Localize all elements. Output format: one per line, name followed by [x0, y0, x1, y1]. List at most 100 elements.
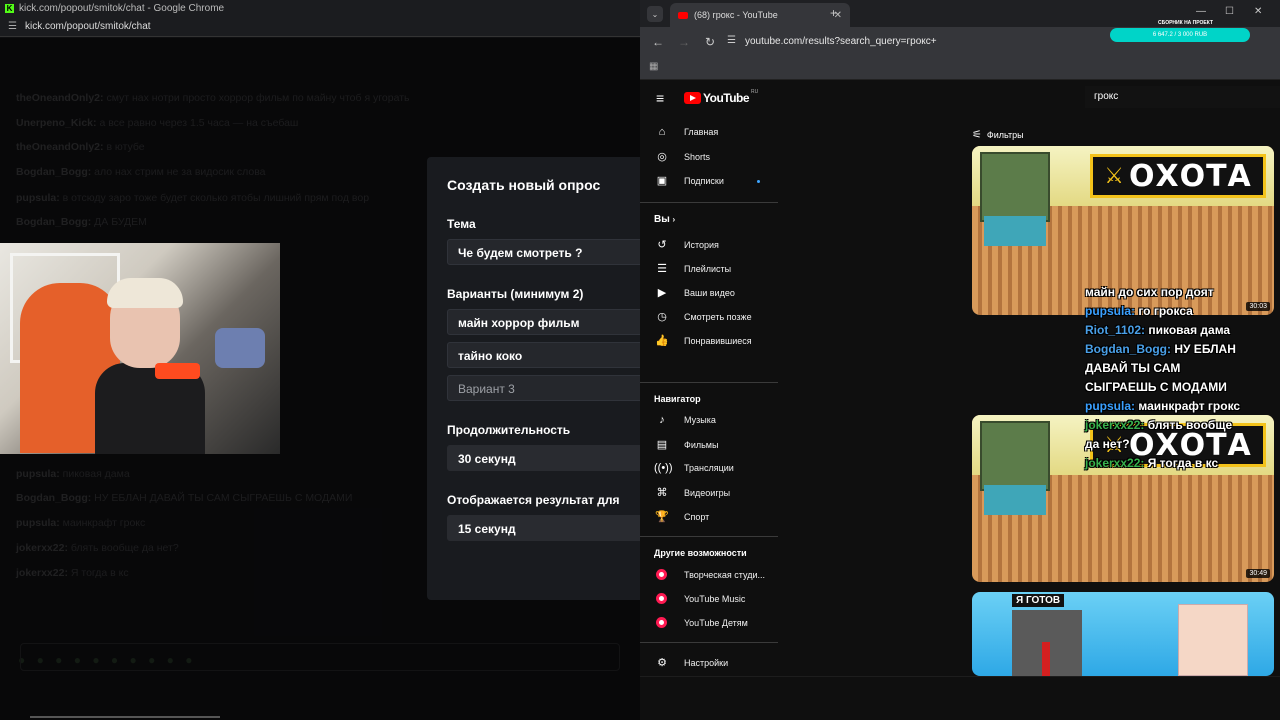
- bookmarks-bar: ▦: [640, 56, 1280, 80]
- new-tab-icon[interactable]: +: [830, 6, 837, 20]
- your-videos-icon: ▶: [657, 287, 667, 299]
- youtube-logo[interactable]: YouTube RU: [684, 89, 759, 105]
- sidebar-item-subscriptions[interactable]: ▣ Подписки: [654, 174, 724, 187]
- donation-title: СБОРНИК НА ПРОЕКТ: [1158, 20, 1214, 26]
- sidebar-item-movies[interactable]: ▤ Фильмы: [654, 438, 719, 451]
- tab-search-icon[interactable]: ⌄: [647, 6, 663, 22]
- zombie-figure: [980, 152, 1050, 222]
- back-icon[interactable]: ←: [650, 35, 666, 49]
- you-header[interactable]: Вы ›: [654, 214, 675, 225]
- left-url[interactable]: kick.com/popout/smitok/chat: [25, 21, 151, 32]
- create-poll-modal: Создать новый опрос Тема Че будем смотре…: [427, 157, 640, 600]
- sidebar-item-history[interactable]: ↺ История: [654, 238, 719, 251]
- overlay-chat-line: jokerxx22: Я тогда в кс: [1085, 456, 1219, 470]
- taskbar-indicator: [30, 716, 220, 718]
- overlay-chat-line: майн до сих пор доят: [1085, 285, 1214, 299]
- sidebar-item-label: Музыка: [684, 415, 716, 425]
- microphone: [155, 363, 200, 379]
- meme-face-image: [1178, 604, 1248, 676]
- menu-icon[interactable]: ≡: [656, 90, 664, 106]
- webcam-pillow: [215, 328, 265, 368]
- search-input[interactable]: грокс: [1085, 86, 1280, 108]
- sidebar-item-studio[interactable]: Творческая студи...: [654, 569, 765, 580]
- close-window-icon[interactable]: ✕: [1254, 6, 1262, 17]
- sidebar-item-watch-later[interactable]: ◷ Смотреть позже: [654, 310, 752, 323]
- youtube-play-icon: [684, 92, 701, 104]
- stream-chat-overlay: майн до сих пор доят pupsula: го грокса …: [1085, 283, 1280, 473]
- sidebar-item-shorts[interactable]: ◎ Shorts: [654, 150, 710, 163]
- sidebar-item-gaming[interactable]: ⌘ Видеоигры: [654, 486, 731, 499]
- character-tie: [1042, 642, 1050, 676]
- topic-label: Тема: [447, 217, 476, 231]
- thumbs-up-icon: 👍: [655, 335, 669, 347]
- sidebar-item-label: YouTube Music: [684, 593, 746, 604]
- sidebar-item-label: Настройки: [684, 657, 729, 668]
- tab-title: (68) грокс - YouTube: [694, 10, 778, 20]
- overlay-chat-line: Bogdan_Bogg: НУ ЕБЛАН: [1085, 342, 1236, 356]
- sidebar-item-live[interactable]: ((•)) Трансляции: [654, 462, 734, 474]
- overlay-chat-line: pupsula: маинкрафт грокс: [1085, 399, 1241, 413]
- sidebar-item-settings[interactable]: ⚙ Настройки: [654, 656, 728, 669]
- sidebar-item-your-videos[interactable]: ▶ Ваши видео: [654, 286, 735, 299]
- sidebar-item-home[interactable]: ⌂ Главная: [654, 126, 719, 138]
- youtube-logo-text: YouTube: [703, 91, 750, 105]
- region-label: RU: [751, 89, 759, 95]
- result-duration-select[interactable]: 15 секунд: [447, 515, 640, 541]
- overlay-chat-line: ДАВАЙ ТЫ САМ: [1085, 361, 1181, 375]
- duration-select[interactable]: 30 секунд: [447, 445, 640, 471]
- webcam-feed: [0, 243, 280, 454]
- overlay-chat-line: да нет?: [1085, 437, 1130, 451]
- sidebar-divider: [640, 382, 778, 383]
- option-1-input[interactable]: майн хоррор фильм: [447, 309, 640, 335]
- apps-grid-icon[interactable]: ▦: [649, 61, 658, 72]
- option-2-input[interactable]: тайно коко: [447, 342, 640, 368]
- kick-logo-icon: K: [5, 4, 14, 13]
- history-icon: ↺: [657, 239, 667, 251]
- tab-youtube[interactable]: (68) грокс - YouTube ✕: [670, 3, 850, 27]
- zombie-figure: [980, 421, 1050, 491]
- result-duration-label: Отображается результат для: [447, 493, 620, 507]
- studio-icon: [656, 569, 667, 580]
- trophy-icon: 🏆: [655, 511, 669, 523]
- more-header: Другие возможности: [654, 548, 747, 558]
- yt-music-icon: [656, 593, 667, 604]
- sidebar-item-playlists[interactable]: ☰ Плейлисты: [654, 262, 731, 275]
- sidebar-item-label: Shorts: [684, 151, 711, 162]
- gamepad-icon: ⌘: [656, 487, 668, 499]
- site-info-icon[interactable]: ☰: [727, 35, 736, 46]
- options-label: Варианты (минимум 2): [447, 287, 584, 301]
- sidebar-item-yt-kids[interactable]: YouTube Детям: [654, 617, 748, 628]
- filters-label: Фильтры: [986, 129, 1024, 140]
- topic-input[interactable]: Че будем смотреть ?: [447, 239, 640, 265]
- site-settings-icon[interactable]: ☰: [8, 21, 17, 32]
- sidebar-item-label: Спорт: [684, 511, 710, 522]
- navigator-header: Навигатор: [654, 394, 701, 404]
- youtube-sidebar: ⌂ Главная ◎ Shorts ▣ Подписки Вы › ↺ История…: [640, 116, 780, 676]
- subscriptions-icon: ▣: [656, 175, 668, 187]
- bottom-area: [640, 676, 1280, 720]
- filters-button[interactable]: ⚟ Фильтры: [972, 128, 1024, 141]
- sidebar-item-liked[interactable]: 👍 Понравившиеся: [654, 334, 752, 347]
- maximize-icon[interactable]: ☐: [1225, 6, 1234, 17]
- sidebar-item-label: Смотреть позже: [684, 311, 752, 322]
- forward-icon[interactable]: →: [676, 35, 692, 49]
- video-thumbnail[interactable]: Я ГОТОВ: [972, 592, 1274, 676]
- sidebar-item-sports[interactable]: 🏆 Спорт: [654, 510, 709, 523]
- overlay-chat-line: pupsula: го грокса: [1085, 304, 1193, 318]
- option-3-input[interactable]: Вариант 3: [447, 375, 640, 401]
- address-bar[interactable]: youtube.com/results?search_query=грокс+: [745, 36, 937, 47]
- sidebar-item-music[interactable]: ♪ Музыка: [654, 414, 716, 426]
- left-address-bar[interactable]: ☰ kick.com/popout/smitok/chat: [0, 17, 640, 37]
- video-duration: 30:49: [1246, 569, 1270, 578]
- sidebar-item-label: Ваши видео: [684, 287, 735, 298]
- sidebar-item-label: Главная: [684, 127, 719, 137]
- thumbnail-title-badge: ⚔ ОХОТА: [1090, 154, 1266, 198]
- duration-label: Продолжительность: [447, 423, 571, 437]
- sidebar-item-yt-music[interactable]: YouTube Music: [654, 593, 745, 604]
- minimize-icon[interactable]: —: [1196, 6, 1206, 17]
- new-content-dot: [757, 180, 760, 183]
- overlay-chat-line: jokerxx22: блять вообще: [1085, 418, 1233, 432]
- gear-icon: ⚙: [657, 657, 667, 669]
- shorts-icon: ◎: [657, 151, 667, 163]
- reload-icon[interactable]: ↻: [702, 35, 718, 49]
